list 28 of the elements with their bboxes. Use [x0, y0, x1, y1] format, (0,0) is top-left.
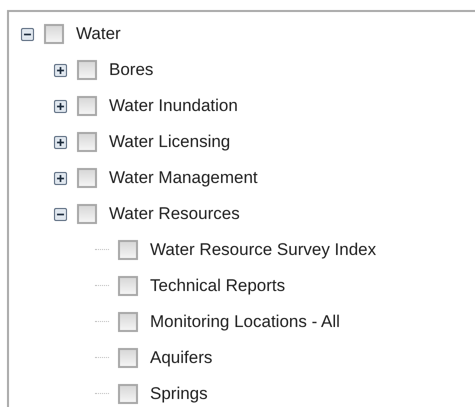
- tree-item-label[interactable]: Water Management: [109, 168, 258, 188]
- tree-item-label[interactable]: Water: [76, 24, 121, 44]
- tree-item-label[interactable]: Technical Reports: [150, 276, 286, 296]
- tree-item-label[interactable]: Bores: [109, 60, 154, 80]
- checkbox[interactable]: [77, 204, 97, 224]
- checkbox[interactable]: [77, 168, 97, 188]
- tree-item-label[interactable]: Aquifers: [150, 348, 212, 368]
- checkbox[interactable]: [118, 312, 138, 332]
- tree-item-label[interactable]: Springs: [150, 384, 208, 404]
- checkbox[interactable]: [77, 60, 97, 80]
- checkbox[interactable]: [77, 132, 97, 152]
- tree-item-label[interactable]: Water Resource Survey Index: [150, 240, 376, 260]
- tree-item-label[interactable]: Water Resources: [109, 204, 240, 224]
- checkbox[interactable]: [118, 384, 138, 404]
- checkbox[interactable]: [77, 96, 97, 116]
- tree-item-label[interactable]: Water Inundation: [109, 96, 238, 116]
- expander-icon[interactable]: [21, 28, 34, 40]
- tree-item-label[interactable]: Monitoring Locations - All: [150, 312, 340, 332]
- expander-icon[interactable]: [54, 172, 67, 184]
- expander-icon[interactable]: [54, 64, 67, 76]
- checkbox[interactable]: [118, 348, 138, 368]
- checkbox[interactable]: [44, 24, 64, 44]
- expander-icon[interactable]: [54, 100, 67, 112]
- checkbox[interactable]: [118, 276, 138, 296]
- expander-icon[interactable]: [54, 208, 67, 220]
- tree-item-label[interactable]: Water Licensing: [109, 132, 230, 152]
- expander-icon[interactable]: [54, 136, 67, 148]
- checkbox[interactable]: [118, 240, 138, 260]
